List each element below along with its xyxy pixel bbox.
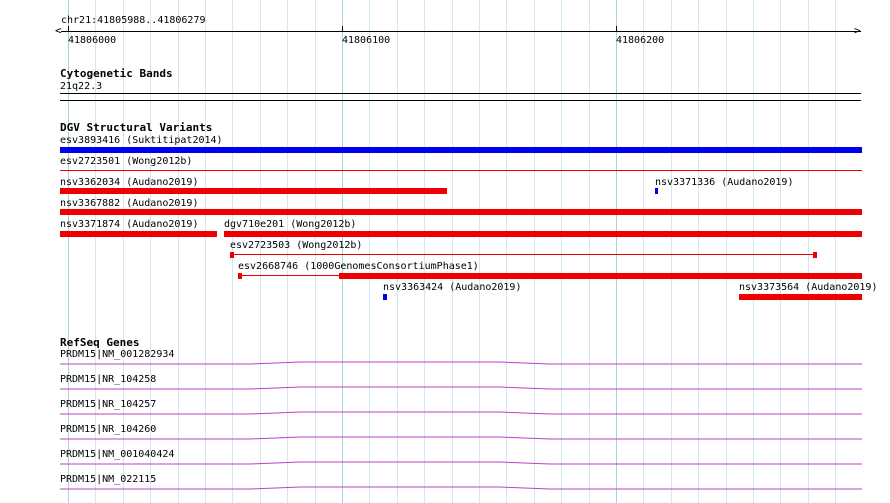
- gene-model[interactable]: [60, 409, 862, 419]
- grid-line: [452, 0, 453, 503]
- dgv-track-title: DGV Structural Variants: [60, 121, 213, 134]
- dgv-feature-bar[interactable]: [383, 294, 387, 300]
- ruler-tick-major: [342, 26, 343, 32]
- dgv-feature-label: esv2723503 (Wong2012b): [230, 240, 363, 251]
- genome-browser-view: chr21:41805988..41806279 < > 41806000 41…: [0, 0, 890, 503]
- dgv-feature-bar[interactable]: [739, 294, 862, 300]
- grid-line: [534, 0, 535, 503]
- grid-line: [397, 0, 398, 503]
- grid-line: [479, 0, 480, 503]
- dgv-feature-label: esv2723501 (Wong2012b): [60, 156, 193, 167]
- gene-model[interactable]: [60, 459, 862, 469]
- ruler-tick-major: [616, 26, 617, 32]
- grid-line: [561, 0, 562, 503]
- refseq-track-title: RefSeq Genes: [60, 336, 140, 349]
- grid-line: [780, 0, 781, 503]
- dgv-feature-label: esv2668746 (1000GenomesConsortiumPhase1): [238, 261, 479, 272]
- dgv-feature-label: nsv3371874 (Audano2019): [60, 219, 199, 230]
- dgv-feature-block[interactable]: [230, 252, 234, 258]
- grid-line: [808, 0, 809, 503]
- grid-line: [506, 0, 507, 503]
- ruler-tick-label: 41806000: [68, 35, 117, 46]
- ruler-axis: [61, 31, 861, 32]
- dgv-feature-block[interactable]: [238, 273, 242, 279]
- dgv-feature-bar[interactable]: [60, 170, 862, 171]
- ruler-tick-label: 41806200: [616, 35, 665, 46]
- dgv-feature-bar[interactable]: [60, 147, 862, 153]
- dgv-feature-bar[interactable]: [655, 188, 658, 194]
- dgv-feature-bar[interactable]: [60, 188, 447, 194]
- grid-line: [726, 0, 727, 503]
- cytoband-label: 21q22.3: [60, 81, 103, 92]
- dgv-feature-label: nsv3373564 (Audano2019): [739, 282, 878, 293]
- dgv-feature-label: dgv710e201 (Wong2012b): [224, 219, 357, 230]
- gene-model[interactable]: [60, 484, 862, 494]
- cytoband-band-bottom: [60, 100, 861, 101]
- grid-line: [369, 0, 370, 503]
- dgv-feature-bar[interactable]: [224, 231, 862, 237]
- cytoband-track-title: Cytogenetic Bands: [60, 67, 173, 80]
- dgv-feature-label: nsv3363424 (Audano2019): [383, 282, 522, 293]
- dgv-feature-block[interactable]: [813, 252, 817, 258]
- grid-line: [616, 0, 617, 503]
- region-label: chr21:41805988..41806279: [61, 15, 206, 26]
- cytoband-band-top: [60, 93, 861, 94]
- grid-line: [643, 0, 644, 503]
- dgv-feature-label: nsv3371336 (Audano2019): [655, 177, 794, 188]
- ruler-tick-major: [68, 26, 69, 32]
- ruler-left-arrow-icon[interactable]: <: [55, 25, 62, 37]
- gene-model[interactable]: [60, 434, 862, 444]
- grid-line: [698, 0, 699, 503]
- dgv-feature-bar[interactable]: [60, 231, 217, 237]
- gene-model[interactable]: [60, 359, 862, 369]
- grid-line: [178, 0, 179, 503]
- dgv-feature-connector: [234, 254, 813, 255]
- gene-model[interactable]: [60, 384, 862, 394]
- dgv-feature-block[interactable]: [339, 273, 862, 279]
- ruler-right-arrow-icon[interactable]: >: [854, 25, 861, 37]
- grid-line: [753, 0, 754, 503]
- grid-line: [589, 0, 590, 503]
- grid-line: [835, 0, 836, 503]
- grid-line: [424, 0, 425, 503]
- ruler-tick-label: 41806100: [342, 35, 391, 46]
- grid-line: [671, 0, 672, 503]
- grid-line: [205, 0, 206, 503]
- dgv-feature-bar[interactable]: [60, 209, 862, 215]
- dgv-feature-label: esv3893416 (Suktitipat2014): [60, 135, 223, 146]
- dgv-feature-connector: [242, 275, 339, 276]
